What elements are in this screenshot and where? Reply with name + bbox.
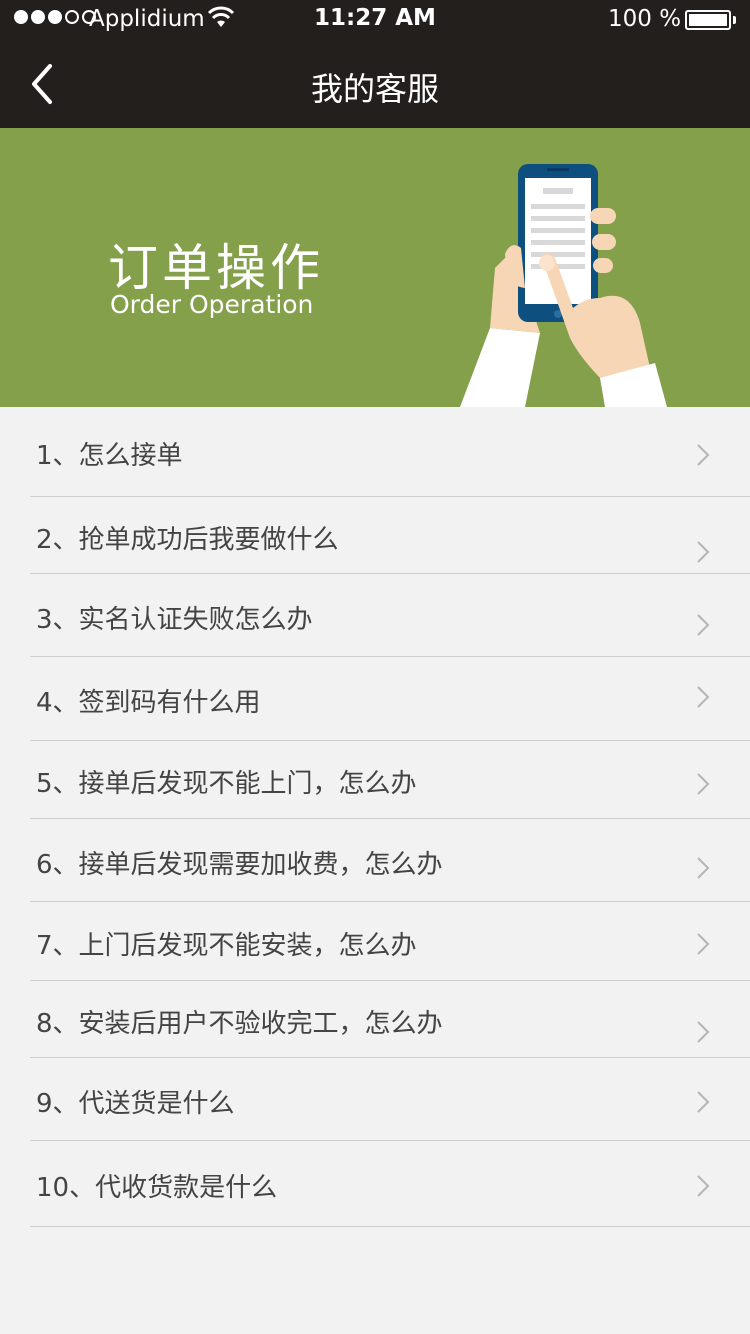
faq-item-10[interactable]: 10、代收货款是什么 (0, 1141, 750, 1227)
battery-icon (685, 10, 731, 30)
faq-item-label: 8、安装后用户不验收完工，怎么办 (36, 1008, 443, 1039)
chevron-right-icon (697, 1091, 710, 1113)
faq-item-3[interactable]: 3、实名认证失败怎么办 (0, 574, 750, 657)
faq-item-label: 2、抢单成功后我要做什么 (36, 524, 339, 555)
navigation-bar: 我的客服 (0, 40, 750, 128)
chevron-right-icon (697, 1175, 710, 1197)
chevron-right-icon (697, 444, 710, 466)
faq-item-5[interactable]: 5、接单后发现不能上门，怎么办 (0, 741, 750, 819)
faq-item-label: 5、接单后发现不能上门，怎么办 (36, 769, 417, 799)
page-title: 我的客服 (310, 70, 439, 108)
row-divider (30, 1226, 750, 1227)
status-bar: Applidium 11:27 AM 100 % (0, 0, 750, 40)
chevron-right-icon (697, 1021, 710, 1043)
chevron-right-icon (697, 773, 710, 795)
banner-subtitle: Order Operation (110, 290, 314, 319)
faq-item-4[interactable]: 4、签到码有什么用 (0, 657, 750, 741)
faq-item-label: 7、上门后发现不能安装，怎么办 (36, 930, 417, 961)
faq-item-1[interactable]: 1、怎么接单 (0, 407, 750, 497)
top-bar: Applidium 11:27 AM 100 % 我的客服 (0, 0, 750, 128)
chevron-right-icon (697, 541, 710, 563)
faq-item-label: 6、接单后发现需要加收费，怎么办 (36, 849, 443, 880)
chevron-right-icon (697, 686, 710, 708)
faq-item-label: 1、怎么接单 (36, 441, 183, 471)
faq-item-label: 3、实名认证失败怎么办 (36, 604, 313, 635)
faq-item-6[interactable]: 6、接单后发现需要加收费，怎么办 (0, 819, 750, 902)
faq-item-8[interactable]: 8、安装后用户不验收完工，怎么办 (0, 981, 750, 1058)
chevron-right-icon (697, 857, 710, 879)
category-banner: 订单操作 Order Operation (0, 128, 750, 407)
faq-item-label: 10、代收货款是什么 (36, 1173, 278, 1203)
battery-percent: 100 % (608, 6, 682, 32)
faq-item-label: 4、签到码有什么用 (36, 688, 261, 718)
faq-item-9[interactable]: 9、代送货是什么 (0, 1058, 750, 1141)
faq-item-label: 9、代送货是什么 (36, 1088, 235, 1119)
battery-tip (733, 16, 736, 24)
faq-item-7[interactable]: 7、上门后发现不能安装，怎么办 (0, 902, 750, 981)
chevron-right-icon (697, 933, 710, 955)
chevron-right-icon (697, 614, 710, 636)
hand-holding-phone-illustration (460, 164, 667, 407)
faq-item-2[interactable]: 2、抢单成功后我要做什么 (0, 497, 750, 574)
